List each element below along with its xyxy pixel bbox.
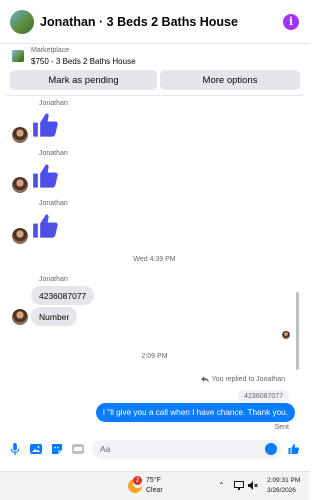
notification-badge: 2 — [133, 476, 142, 485]
incoming-message[interactable]: Number — [31, 307, 78, 326]
thumbs-up-icon — [33, 113, 58, 137]
conversation-header: Jonathan · 3 Beds 2 Baths House i — [0, 0, 309, 44]
mark-as-pending-button[interactable]: Mark as pending — [10, 70, 157, 90]
sender-name: Jonathan — [39, 200, 68, 207]
marketplace-label: Marketplace — [31, 47, 70, 54]
listing-thumbnail[interactable] — [12, 50, 24, 62]
microphone-icon[interactable] — [8, 442, 22, 456]
image-icon[interactable] — [29, 442, 43, 456]
volume-muted-icon[interactable] — [248, 481, 258, 492]
info-icon[interactable]: i — [283, 13, 299, 30]
listing-avatar[interactable] — [10, 9, 34, 34]
weather-condition[interactable]: Clear — [146, 487, 163, 494]
gif-icon[interactable] — [71, 442, 85, 456]
sender-avatar[interactable] — [12, 127, 28, 143]
message-composer: Aa — [0, 436, 309, 462]
clock-date[interactable]: 3/26/2026 — [267, 487, 296, 494]
sender-name: Jonathan — [39, 150, 68, 157]
reply-indicator: You replied to Jonathan — [200, 376, 285, 383]
reply-icon — [200, 376, 209, 383]
weather-temperature[interactable]: 75°F — [146, 477, 161, 484]
thumbs-up-icon — [33, 164, 58, 188]
conversation-title[interactable]: Jonathan · 3 Beds 2 Baths House — [40, 15, 283, 29]
emoji-icon[interactable] — [265, 442, 277, 455]
sender-avatar[interactable] — [12, 177, 28, 193]
message-input-placeholder: Aa — [100, 444, 111, 454]
incoming-message[interactable]: 4236087077 — [31, 286, 95, 305]
read-receipt-avatar — [282, 331, 290, 339]
sender-name: Jonathan — [39, 100, 68, 107]
outgoing-message[interactable]: I "ll give you a call when I have chance… — [95, 403, 295, 422]
message-timestamp: 2:09 PM — [141, 353, 168, 360]
message-input[interactable]: Aa — [92, 439, 281, 459]
listing-title[interactable]: $750 - 3 Beds 2 Baths House — [31, 57, 136, 66]
sticker-icon[interactable] — [50, 442, 64, 456]
thumbs-up-send-icon[interactable] — [287, 442, 301, 456]
windows-taskbar: 2 75°F Clear ⌃ 2:09:31 PM 3/26/2026 — [0, 471, 309, 500]
marketplace-card: Marketplace $750 - 3 Beds 2 Baths House … — [6, 44, 303, 96]
thumbs-up-icon — [33, 214, 58, 238]
quoted-message[interactable]: 4236087077 — [238, 390, 289, 402]
scrollbar[interactable] — [296, 292, 299, 370]
sender-avatar[interactable] — [12, 228, 28, 244]
message-timestamp: Wed 4:39 PM — [133, 256, 176, 263]
reply-label: You replied to Jonathan — [211, 376, 285, 383]
clock-time[interactable]: 2:09:31 PM — [267, 477, 300, 484]
message-status: Sent — [274, 424, 289, 431]
more-options-button[interactable]: More options — [160, 70, 300, 90]
sender-avatar[interactable] — [12, 309, 28, 325]
chevron-up-icon[interactable]: ⌃ — [218, 481, 225, 490]
sender-name: Jonathan — [39, 276, 68, 283]
network-icon[interactable] — [234, 481, 244, 492]
